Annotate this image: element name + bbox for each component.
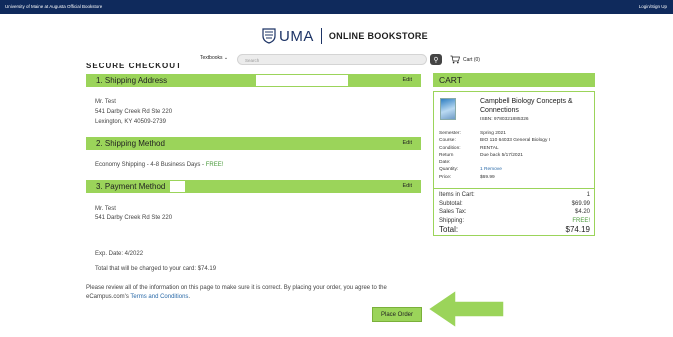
search-input[interactable]: Search [237,54,427,65]
chevron-down-icon: ⌄ [223,55,229,61]
detail-row: Date: [439,159,550,166]
edit-shipping-address-link[interactable]: Edit [403,77,412,83]
review-prefix: eCampus.com's [86,294,131,300]
summary-row: Shipping: FREE! [439,217,590,226]
cart-link[interactable]: Cart (0) [450,54,480,65]
total-label: Total: [439,225,459,234]
summary-value: $69.99 [571,200,590,207]
remove-link[interactable]: Remove [484,167,502,172]
shipping-address-city: Lexington, KY 40509-2739 [95,119,166,125]
cart-icon [450,55,460,64]
detail-value: BIO 110 64033 General Biology I [480,138,551,144]
arrow-pointer-icon [426,288,505,330]
page-title: SECURE CHECKOUT [86,63,182,68]
place-order-button[interactable]: Place Order [372,307,422,322]
shipping-method-title: 2. Shipping Method [96,139,165,148]
brand-name: UMA [279,27,314,45]
brand-subtitle: ONLINE BOOKSTORE [328,31,428,41]
summary-value: 1 [586,192,590,198]
login-signup-link[interactable]: Login/Sign Up [639,4,667,9]
logo-divider [320,28,322,44]
summary-row: Sales Tax: $4.20 [439,208,590,217]
quantity-number: 1 [480,167,483,173]
summary-key: Sales Tax: [439,209,467,215]
edit-shipping-method-link[interactable]: Edit [403,140,412,146]
summary-key: Items in Cart: [439,192,475,198]
detail-row: Price: $69.99 [439,174,550,181]
detail-key: Course: [439,138,456,144]
redaction-block [256,75,348,86]
summary-row: Items in Cart: 1 [439,191,590,200]
free-shipping-label: FREE! [205,162,224,168]
summary-key: Shipping: [439,217,465,224]
payment-method-title: 3. Payment Method [96,182,166,191]
summary-value: $4.20 [574,209,590,215]
shipping-address-name: Mr. Test [95,99,116,105]
payment-total-charged: Total that will be charged to your card:… [95,266,217,272]
store-logo[interactable]: UMA ONLINE BOOKSTORE [262,24,428,48]
detail-row: Quantity: 1 Remove [439,166,550,173]
cart-header: CART [433,73,595,87]
detail-value: Due back 5/17/2021 [480,152,523,158]
detail-value: RENTAL [480,145,499,151]
detail-key: Return [439,152,454,158]
detail-key: Price: [439,174,452,180]
detail-row: Semester: Spring 2021 [439,130,550,137]
detail-row: Course: BIO 110 64033 General Biology I [439,137,550,144]
shipping-method-text: Economy Shipping - 4-8 Business Days - F… [95,160,223,170]
cart-divider [434,188,594,189]
product-title[interactable]: Campbell Biology Concepts & Connections [480,97,590,115]
shield-logo-icon [262,28,276,44]
summary-key: Subtotal: [439,200,463,207]
total-value: $74.19 [565,225,590,234]
product-details: Semester: Spring 2021 Course: BIO 110 6403… [439,130,550,181]
product-isbn: ISBN: 9780321885326 [480,117,529,122]
payment-exp-date: Exp. Date: 4/2022 [95,251,144,257]
detail-key: Semester: [439,131,461,136]
textbooks-menu[interactable]: Textbooks ⌄ [200,55,228,61]
detail-value: Spring 2021 [480,131,506,136]
redaction-block [170,181,185,192]
detail-key: Date: [439,160,451,166]
cart-panel: Campbell Biology Concepts & Connections … [433,91,595,236]
shipping-method-description: Economy Shipping - 4-8 Business Days - [95,162,206,168]
payment-method-header: 3. Payment Method Edit [86,180,421,193]
store-name-link[interactable]: University of Maine at Augusta Official … [5,4,102,9]
detail-row: Return Due back 5/17/2021 [439,152,550,159]
detail-row: Condition: RENTAL [439,145,550,152]
cart-title: CART [439,75,462,85]
detail-key: Quantity: [439,167,459,173]
shipping-method-header: 2. Shipping Method Edit [86,137,421,150]
shipping-address-street: 541 Darby Creek Rd Ste 220 [95,109,173,115]
total-row: Total: $74.19 [439,225,590,235]
cart-totals: Items in Cart: 1 Subtotal: $69.99 Sales Ta… [439,191,590,235]
quantity-value: 1 Remove [480,166,502,173]
search-button[interactable]: ⚲ [430,54,442,65]
summary-row: Subtotal: $69.99 [439,200,590,209]
search-icon: ⚲ [433,56,439,64]
summary-value: FREE! [572,217,590,224]
book-cover-image [440,98,456,120]
detail-value: $69.99 [480,174,495,180]
shipping-address-header: 1. Shipping Address Edit [86,74,421,87]
payment-street: 541 Darby Creek Rd Ste 220 [95,215,173,221]
edit-payment-method-link[interactable]: Edit [403,183,412,189]
shipping-address-title: 1. Shipping Address [96,76,168,85]
review-notice-line2: eCampus.com's Terms and Conditions. [86,292,190,302]
review-suffix: . [188,294,191,300]
textbooks-label: Textbooks [200,55,223,61]
top-bar: University of Maine at Augusta Official … [0,0,673,14]
terms-link[interactable]: Terms and Conditions [130,294,188,300]
cart-count-label: Cart (0) [463,56,480,63]
detail-key: Condition: [439,145,461,151]
